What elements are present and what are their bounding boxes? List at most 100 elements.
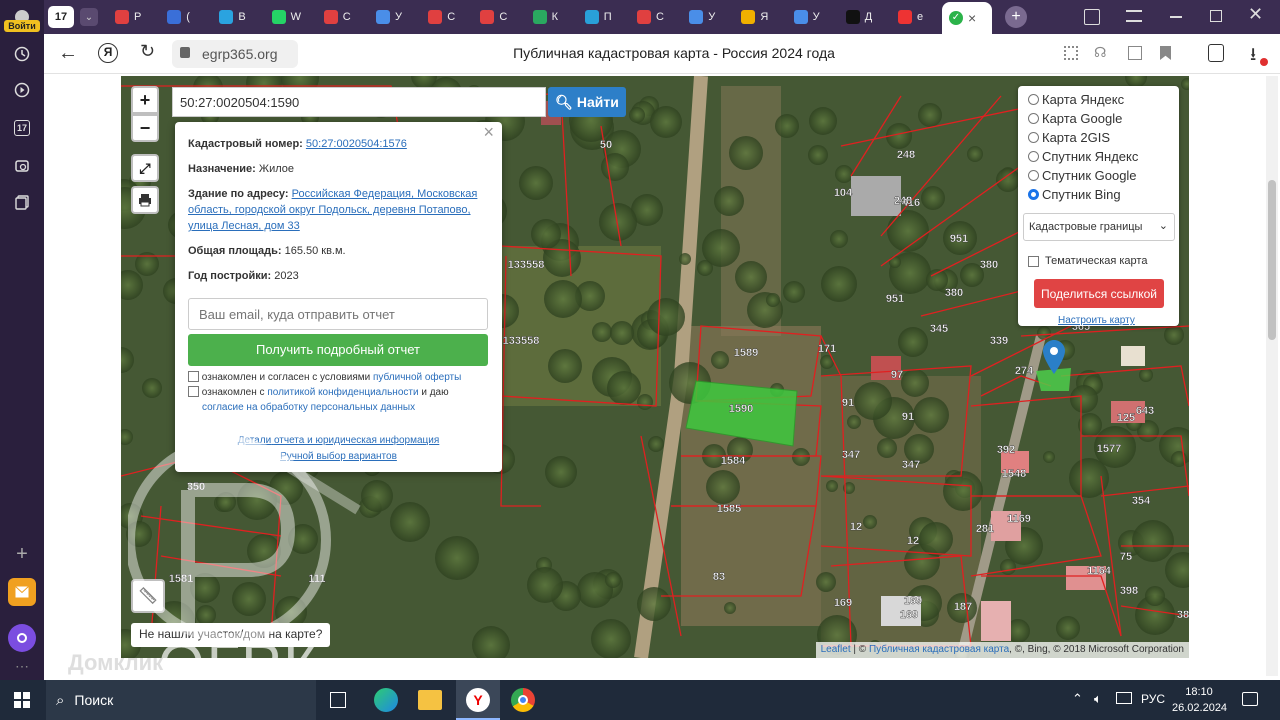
- parcel-number-label[interactable]: 347: [842, 449, 861, 461]
- windows-start-icon[interactable]: [14, 692, 30, 708]
- more-icon[interactable]: ⋯: [8, 652, 36, 680]
- file-explorer-icon[interactable]: [418, 690, 442, 710]
- tab-14[interactable]: Д: [839, 4, 887, 30]
- history-icon[interactable]: [8, 40, 36, 68]
- task-view-icon[interactable]: [330, 692, 346, 708]
- camera-icon[interactable]: [8, 152, 36, 180]
- map-marker-icon[interactable]: [1043, 340, 1065, 374]
- privacy-consent-checkbox[interactable]: [188, 386, 199, 397]
- taskbar-search[interactable]: ⌕ Поиск: [46, 680, 316, 720]
- tabs-dropdown-chevron-icon[interactable]: ⌄: [80, 8, 98, 26]
- window-close-icon[interactable]: ✕: [1248, 4, 1263, 25]
- parcel-number-label[interactable]: 50: [600, 139, 613, 151]
- parcel-number-label[interactable]: 339: [990, 335, 1009, 347]
- configure-map-link[interactable]: Настроить карту: [1058, 315, 1135, 326]
- tab-9[interactable]: П: [578, 4, 626, 30]
- not-found-link[interactable]: Не нашли участок/дом на карте?: [131, 623, 331, 647]
- tab-2[interactable]: В: [212, 4, 260, 30]
- yandex-icon[interactable]: Я: [98, 43, 118, 63]
- public-offer-link[interactable]: публичной оферты: [373, 372, 461, 383]
- get-report-button[interactable]: Получить подробный отчет: [188, 334, 488, 366]
- details-link[interactable]: Детали отчета и юридическая информация: [238, 435, 440, 446]
- tab-7[interactable]: С: [473, 4, 521, 30]
- parcel-number-label[interactable]: 171: [818, 343, 837, 355]
- parcel-number-label[interactable]: 83: [713, 571, 726, 583]
- leaflet-link[interactable]: Leaflet: [821, 644, 851, 655]
- layer-radio[interactable]: [1028, 170, 1039, 181]
- layer-select[interactable]: Кадастровые границы ⌄: [1023, 213, 1175, 241]
- volume-icon[interactable]: 🔈︎: [1094, 691, 1102, 707]
- parcel-number-label[interactable]: 951: [886, 293, 905, 305]
- thematic-map-toggle[interactable]: Тематическая карта: [1028, 255, 1147, 267]
- layer-option[interactable]: Спутник Google: [1028, 166, 1179, 185]
- parcel-number-label[interactable]: 12: [850, 521, 863, 533]
- layer-radio[interactable]: [1028, 113, 1039, 124]
- parcel-number-label[interactable]: 133558: [502, 335, 540, 347]
- parcel-number-label[interactable]: 1584: [721, 455, 747, 467]
- layer-option[interactable]: Спутник Яндекс: [1028, 147, 1179, 166]
- parcel-number-label[interactable]: 354: [1132, 495, 1152, 507]
- download-icon[interactable]: ⭳: [1250, 42, 1256, 72]
- tab-counter[interactable]: 17: [48, 6, 74, 28]
- mail-app-icon[interactable]: [8, 578, 36, 606]
- parcel-number-label[interactable]: 111: [308, 573, 326, 585]
- manual-choice-link[interactable]: Ручной выбор вариантов: [280, 451, 397, 462]
- parcel-number-label[interactable]: 1585: [717, 503, 742, 515]
- parcel-number-label[interactable]: 347: [902, 459, 921, 471]
- tray-chevron-up-icon[interactable]: ⌃: [1072, 691, 1083, 707]
- tab-13[interactable]: У: [787, 4, 835, 30]
- parcel-number-label[interactable]: 1164: [1087, 565, 1112, 577]
- zoom-in-button[interactable]: +: [131, 86, 159, 114]
- print-button[interactable]: [131, 186, 159, 214]
- reload-icon[interactable]: ↻: [140, 41, 155, 62]
- privacy-policy-link[interactable]: политикой конфиденциальности: [267, 387, 418, 398]
- popup-close-button[interactable]: ×: [483, 123, 494, 141]
- layer-option[interactable]: Карта 2GIS: [1028, 128, 1179, 147]
- clock[interactable]: 18:10 26.02.2024: [1172, 684, 1227, 716]
- tab-8[interactable]: К: [526, 4, 574, 30]
- login-badge[interactable]: Войти: [4, 20, 40, 32]
- reader-icon[interactable]: [1128, 46, 1142, 60]
- layer-radio[interactable]: [1028, 132, 1039, 143]
- parcel-number-label[interactable]: 380: [945, 287, 964, 299]
- add-icon[interactable]: +: [8, 540, 36, 568]
- email-field[interactable]: [188, 298, 488, 330]
- scrollbar-thumb[interactable]: [1268, 180, 1276, 340]
- parcel-number-label[interactable]: 169: [834, 597, 853, 609]
- parcel-number-label[interactable]: 38: [1177, 609, 1189, 621]
- parcel-number-label[interactable]: 104: [834, 187, 854, 199]
- parcel-number-label[interactable]: 1590: [729, 403, 754, 415]
- parcel-number-label[interactable]: 248: [894, 195, 913, 207]
- parcel-number-label[interactable]: 97: [891, 369, 904, 381]
- parcel-number-label[interactable]: 1589: [734, 347, 759, 359]
- tab-0[interactable]: Р: [108, 4, 156, 30]
- parcel-number-label[interactable]: 274: [1015, 365, 1035, 377]
- cadastral-search-input[interactable]: 50:27:0020504:1590: [172, 87, 546, 117]
- search-button[interactable]: 🔍︎ Найти: [548, 87, 626, 117]
- tab-15[interactable]: е: [891, 4, 939, 30]
- parcel-number-label[interactable]: 169: [904, 595, 923, 607]
- parcel-number-label[interactable]: 133558: [507, 259, 545, 271]
- back-arrow-icon[interactable]: ←: [58, 42, 78, 65]
- parcel-number-label[interactable]: 345: [930, 323, 949, 335]
- parcel-number-label[interactable]: 398: [1120, 585, 1139, 597]
- parcel-number-label[interactable]: 951: [950, 233, 969, 245]
- layer-radio[interactable]: [1028, 151, 1039, 162]
- parcel-number-label[interactable]: 350: [187, 481, 206, 493]
- yandex-browser-taskbar[interactable]: Y: [456, 680, 500, 720]
- bookmark-icon[interactable]: [1160, 46, 1171, 60]
- parcel-number-label[interactable]: 643: [1136, 405, 1155, 417]
- personal-data-link[interactable]: согласие на обработку персональных данны…: [202, 402, 415, 413]
- tab-5[interactable]: У: [369, 4, 417, 30]
- tab-6[interactable]: С: [421, 4, 469, 30]
- parcel-number-label[interactable]: 281: [976, 523, 995, 535]
- parcel-number-label[interactable]: 380: [980, 259, 999, 271]
- alice-icon[interactable]: [8, 624, 36, 652]
- tab-12[interactable]: Я: [734, 4, 782, 30]
- calendar-icon[interactable]: 17: [8, 114, 36, 142]
- tab-4[interactable]: С: [317, 4, 365, 30]
- network-icon[interactable]: [1116, 692, 1132, 704]
- layer-option[interactable]: Спутник Bing: [1028, 185, 1179, 204]
- zoom-out-button[interactable]: −: [131, 114, 159, 142]
- collections-icon[interactable]: [8, 188, 36, 216]
